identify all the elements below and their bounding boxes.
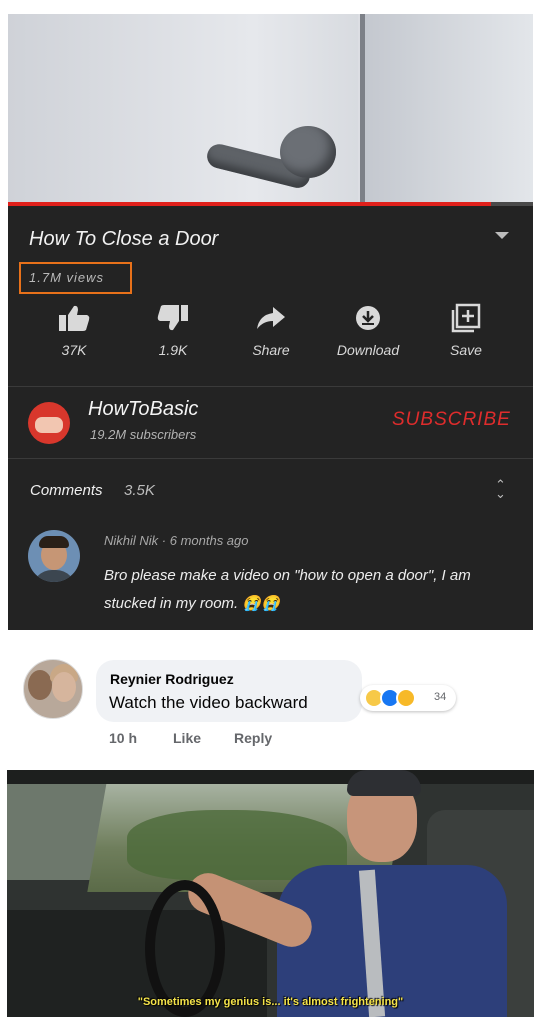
download-button[interactable]: Download	[328, 302, 408, 358]
share-icon	[231, 302, 311, 334]
channel-name[interactable]: HowToBasic	[88, 398, 198, 421]
channel-avatar-face	[35, 417, 63, 433]
save-label: Save	[450, 342, 482, 358]
reaction-summary[interactable]: 34	[360, 685, 456, 711]
like-link[interactable]: Like	[173, 730, 201, 746]
avatar-hair	[39, 536, 69, 548]
driver-hair	[347, 770, 421, 796]
divider	[8, 386, 533, 387]
channel-avatar[interactable]	[28, 402, 70, 444]
chevron-down-icon[interactable]	[495, 232, 509, 239]
reply-bubble: Reynier Rodriguez Watch the video backwa…	[96, 660, 362, 722]
dislike-count: 1.9K	[158, 342, 188, 358]
divider	[8, 458, 533, 459]
reply-author-avatar[interactable]	[23, 659, 83, 719]
video-thumbnail[interactable]	[8, 14, 533, 206]
download-label: Download	[336, 342, 400, 358]
save-icon	[426, 302, 506, 334]
download-icon	[328, 302, 408, 334]
dislike-button[interactable]: 1.9K	[133, 302, 213, 358]
comments-label[interactable]: Comments	[30, 482, 103, 499]
thumbs-down-icon	[133, 302, 213, 334]
meme-caption: "Sometimes my genius is... it's almost f…	[137, 996, 404, 1008]
meme-image: "Sometimes my genius is... it's almost f…	[7, 770, 534, 1017]
save-button[interactable]: Save	[426, 302, 506, 358]
driver-torso	[277, 865, 507, 1017]
subscriber-count: 19.2M subscribers	[90, 427, 197, 442]
share-label: Share	[252, 342, 290, 358]
like-button[interactable]: 37K	[34, 302, 114, 358]
view-count: 1.7M views	[29, 270, 105, 285]
expand-icon[interactable]: ⌃ ⌄	[495, 478, 506, 500]
share-button[interactable]: Share	[231, 302, 311, 358]
comment-meta: Nikhil Nik · 6 months ago	[104, 533, 249, 548]
reply-timestamp[interactable]: 10 h	[109, 730, 137, 746]
avatar-shirt	[32, 570, 76, 582]
subscribe-button[interactable]: SUBSCRIBE	[392, 409, 511, 431]
reply-link[interactable]: Reply	[234, 730, 272, 746]
avatar-person-1	[28, 670, 52, 700]
video-info-panel: How To Close a Door 1.7M views 37K 1.9K …	[8, 206, 533, 630]
like-count: 37K	[61, 342, 87, 358]
door-handle-base	[280, 126, 336, 178]
car-roof	[7, 770, 534, 784]
thumbs-up-icon	[34, 302, 114, 334]
avatar-person-2	[52, 672, 76, 702]
comment-count: 3.5K	[124, 482, 155, 499]
wall	[365, 14, 533, 206]
reply-text: Watch the video backward	[109, 693, 308, 712]
commenter-avatar[interactable]	[28, 530, 80, 582]
reply-author[interactable]: Reynier Rodriguez	[110, 671, 234, 687]
comment-text: Bro please make a video on "how to open …	[104, 567, 471, 612]
wow-reaction-icon	[396, 688, 416, 708]
reaction-count: 34	[434, 691, 447, 703]
video-title: How To Close a Door	[29, 228, 219, 250]
